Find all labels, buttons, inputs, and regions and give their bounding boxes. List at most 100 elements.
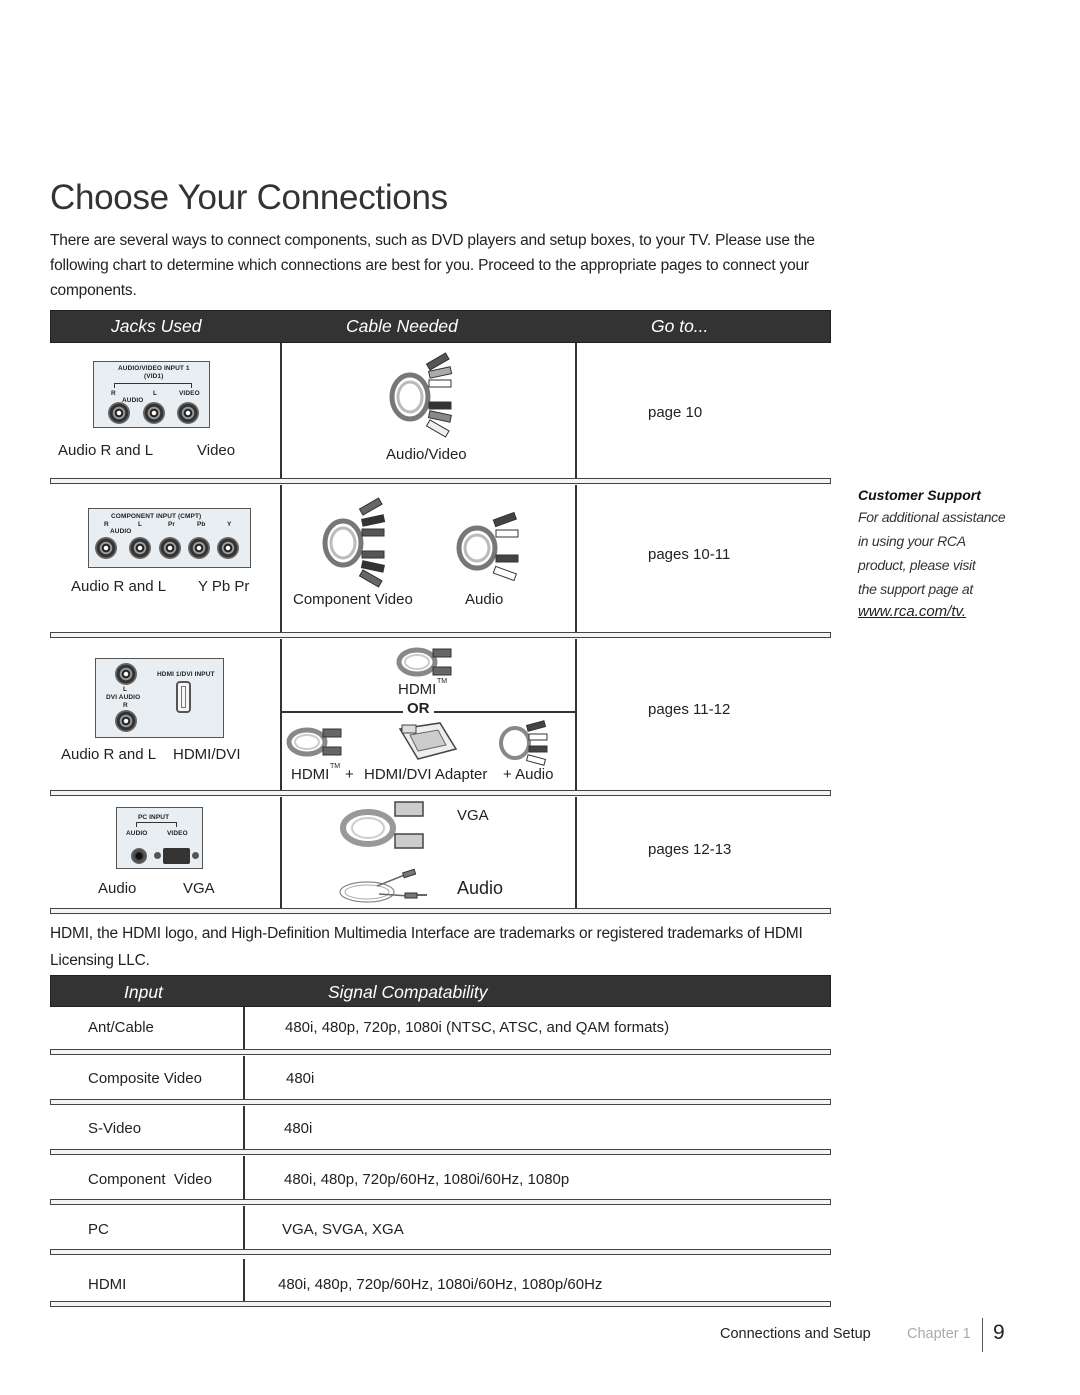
panel-label-video: VIDEO bbox=[167, 830, 188, 837]
signal-value: 480i bbox=[286, 1070, 315, 1087]
vga-cable-icon bbox=[340, 801, 424, 849]
row-separator bbox=[50, 632, 831, 638]
row-separator bbox=[50, 1249, 831, 1255]
page-number: 9 bbox=[993, 1321, 1005, 1344]
goto-page[interactable]: pages 12-13 bbox=[648, 841, 731, 858]
jack-label: Audio bbox=[98, 880, 137, 897]
page-title: Choose Your Connections bbox=[50, 178, 448, 217]
or-label: OR bbox=[403, 700, 434, 717]
column-divider bbox=[243, 1056, 245, 1099]
header-go-to: Go to... bbox=[651, 316, 709, 336]
signal-input: Composite Video bbox=[88, 1070, 202, 1087]
panel-label-audio: AUDIO bbox=[126, 830, 148, 837]
rca-jack-icon bbox=[129, 537, 151, 559]
footer-section-title: Connections and Setup bbox=[720, 1326, 871, 1342]
signal-table-header: Input Signal Compatability bbox=[50, 975, 831, 1007]
signal-input: S-Video bbox=[88, 1120, 142, 1137]
support-link[interactable]: www.rca.com/tv. bbox=[858, 601, 1058, 623]
column-divider bbox=[243, 1156, 245, 1199]
panel-title: PC INPUT bbox=[138, 814, 170, 821]
panel-label-video: VIDEO bbox=[179, 390, 200, 397]
hdmi-cable-icon bbox=[286, 727, 342, 757]
row-separator bbox=[50, 1149, 831, 1155]
plus-sign: + bbox=[345, 766, 354, 783]
rca-jack-icon bbox=[95, 537, 117, 559]
row-separator bbox=[50, 1099, 831, 1105]
goto-page[interactable]: pages 10-11 bbox=[648, 546, 730, 563]
signal-input: Component Video bbox=[88, 1171, 212, 1188]
cable-label: VGA bbox=[457, 807, 489, 824]
cable-label-adapter: HDMI/DVI Adapter bbox=[364, 766, 488, 783]
panel-title: COMPONENT INPUT (CMPT) bbox=[111, 513, 202, 520]
panel-title: HDMI 1/DVI INPUT bbox=[157, 671, 215, 678]
hdmi-cable-icon bbox=[396, 647, 452, 677]
signal-value: 480i, 480p, 720p/60Hz, 1080i/60Hz, 1080p bbox=[284, 1171, 570, 1188]
panel-label-l: L bbox=[138, 521, 143, 528]
rca-jack-icon bbox=[143, 402, 165, 424]
row-separator bbox=[50, 1049, 831, 1055]
cable-label-audio: + Audio bbox=[503, 766, 554, 783]
signal-value: 480i, 480p, 720p, 1080i (NTSC, ATSC, and… bbox=[285, 1019, 670, 1036]
support-text-line: the support page at bbox=[858, 581, 973, 597]
trademark-mark: TM bbox=[330, 763, 341, 770]
panel-label-r: R bbox=[123, 702, 128, 709]
panel-label-r: R bbox=[104, 521, 109, 528]
row-separator bbox=[50, 1199, 831, 1205]
jack-label: Audio R and L bbox=[58, 442, 154, 459]
component-video-cable-icon bbox=[322, 497, 386, 588]
header-signal-compatability: Signal Compatability bbox=[328, 982, 488, 1002]
audio-mini-cable-icon bbox=[339, 868, 427, 903]
jack-label: Video bbox=[197, 442, 236, 459]
signal-input: HDMI bbox=[88, 1276, 127, 1293]
panel-label-pb: Pb bbox=[197, 521, 206, 528]
goto-page[interactable]: pages 11-12 bbox=[648, 701, 730, 718]
pc-input-panel: PC INPUT AUDIO VIDEO bbox=[116, 807, 203, 869]
column-divider bbox=[280, 797, 282, 909]
panel-label-y: Y bbox=[227, 521, 232, 528]
hdmi-input-panel: L DVI AUDIO R HDMI 1/DVI INPUT bbox=[95, 658, 224, 738]
panel-label-r: R bbox=[111, 390, 116, 397]
customer-support-title: Customer Support bbox=[858, 487, 981, 503]
header-cable-needed: Cable Needed bbox=[346, 316, 458, 336]
footer-chapter: Chapter 1 bbox=[907, 1326, 971, 1342]
hdmi-dvi-adapter-icon bbox=[398, 722, 458, 760]
row-separator bbox=[50, 908, 831, 914]
signal-value: 480i, 480p, 720p/60Hz, 1080i/60Hz, 1080p… bbox=[278, 1276, 603, 1293]
panel-label-l: L bbox=[153, 390, 158, 397]
header-jacks-used: Jacks Used bbox=[111, 316, 202, 336]
panel-label-l: L bbox=[123, 686, 128, 693]
signal-value: VGA, SVGA, XGA bbox=[282, 1221, 404, 1238]
column-divider bbox=[575, 797, 577, 909]
panel-label-dvi-audio: DVI AUDIO bbox=[106, 694, 141, 701]
column-divider bbox=[575, 343, 577, 478]
cable-label-hdmi: HDMI bbox=[291, 766, 330, 783]
cable-label: Audio/Video bbox=[386, 446, 467, 463]
rca-jack-icon bbox=[188, 537, 210, 559]
signal-input: PC bbox=[88, 1221, 109, 1238]
support-text-line: product, please visit bbox=[858, 557, 976, 573]
cable-label: Audio bbox=[465, 591, 504, 608]
column-divider bbox=[280, 639, 282, 791]
panel-subtitle: (VID1) bbox=[144, 373, 164, 380]
signal-input: Ant/Cable bbox=[88, 1019, 154, 1036]
rca-jack-icon bbox=[115, 710, 137, 732]
signal-value: 480i bbox=[284, 1120, 313, 1137]
cable-label: Component Video bbox=[293, 591, 413, 608]
rca-jack-icon bbox=[159, 537, 181, 559]
row-separator bbox=[50, 1301, 831, 1307]
column-divider bbox=[243, 1206, 245, 1249]
audio-cable-icon bbox=[499, 720, 548, 766]
av-input-panel: AUDIO/VIDEO INPUT 1 (VID1) R L VIDEO AUD… bbox=[93, 361, 210, 428]
jack-label: HDMI/DVI bbox=[173, 746, 241, 763]
panel-title: AUDIO/VIDEO INPUT 1 bbox=[118, 365, 190, 372]
column-divider bbox=[280, 485, 282, 632]
trademark-mark: TM bbox=[437, 678, 448, 685]
jack-label: Audio R and L bbox=[61, 746, 157, 763]
support-text-line: For additional assistance bbox=[858, 509, 1006, 525]
rca-jack-icon bbox=[217, 537, 239, 559]
header-input: Input bbox=[124, 982, 163, 1002]
component-input-panel: COMPONENT INPUT (CMPT) R L Pr Pb Y AUDIO bbox=[88, 508, 251, 568]
customer-support-box: Customer Support For additional assistan… bbox=[858, 485, 1058, 623]
column-divider bbox=[280, 343, 282, 478]
goto-page[interactable]: page 10 bbox=[648, 404, 702, 421]
